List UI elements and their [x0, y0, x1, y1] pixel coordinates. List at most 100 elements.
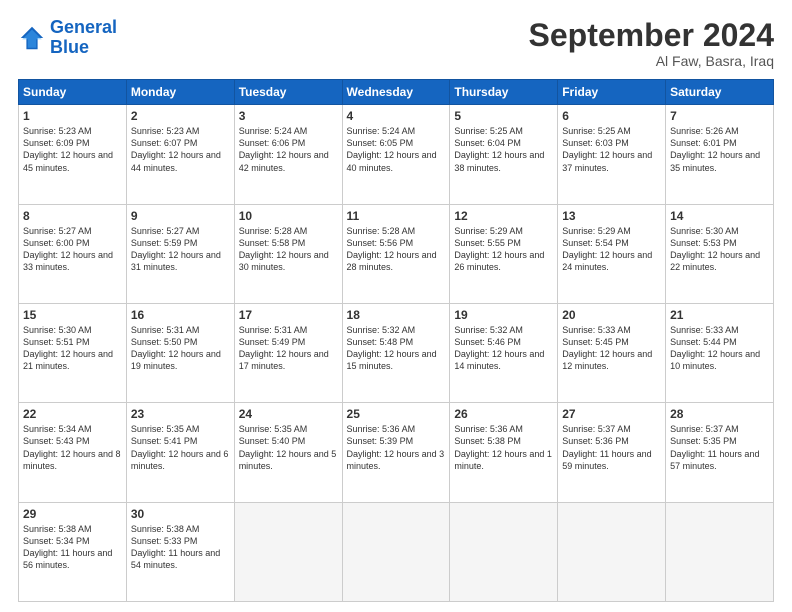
calendar-day-cell [450, 502, 558, 601]
calendar-day-cell: 4 Sunrise: 5:24 AM Sunset: 6:05 PM Dayli… [342, 105, 450, 204]
calendar-day-cell: 5 Sunrise: 5:25 AM Sunset: 6:04 PM Dayli… [450, 105, 558, 204]
location: Al Faw, Basra, Iraq [529, 53, 774, 69]
calendar-day-cell: 20 Sunrise: 5:33 AM Sunset: 5:45 PM Dayl… [558, 303, 666, 402]
day-info: Sunrise: 5:31 AM Sunset: 5:49 PM Dayligh… [239, 324, 338, 373]
calendar-week-row: 29 Sunrise: 5:38 AM Sunset: 5:34 PM Dayl… [19, 502, 774, 601]
day-info: Sunrise: 5:27 AM Sunset: 5:59 PM Dayligh… [131, 225, 230, 274]
calendar-day-cell: 23 Sunrise: 5:35 AM Sunset: 5:41 PM Dayl… [126, 403, 234, 502]
calendar-day-cell: 17 Sunrise: 5:31 AM Sunset: 5:49 PM Dayl… [234, 303, 342, 402]
calendar-day-cell: 22 Sunrise: 5:34 AM Sunset: 5:43 PM Dayl… [19, 403, 127, 502]
calendar-day-cell [234, 502, 342, 601]
day-info: Sunrise: 5:29 AM Sunset: 5:54 PM Dayligh… [562, 225, 661, 274]
logo-line2: Blue [50, 37, 89, 57]
month-title: September 2024 [529, 18, 774, 53]
calendar-day-cell: 18 Sunrise: 5:32 AM Sunset: 5:48 PM Dayl… [342, 303, 450, 402]
day-info: Sunrise: 5:33 AM Sunset: 5:44 PM Dayligh… [670, 324, 769, 373]
calendar-day-cell: 13 Sunrise: 5:29 AM Sunset: 5:54 PM Dayl… [558, 204, 666, 303]
day-number: 7 [670, 109, 769, 123]
day-info: Sunrise: 5:34 AM Sunset: 5:43 PM Dayligh… [23, 423, 122, 472]
calendar-day-cell: 12 Sunrise: 5:29 AM Sunset: 5:55 PM Dayl… [450, 204, 558, 303]
calendar-day-cell: 6 Sunrise: 5:25 AM Sunset: 6:03 PM Dayli… [558, 105, 666, 204]
day-info: Sunrise: 5:24 AM Sunset: 6:06 PM Dayligh… [239, 125, 338, 174]
calendar-day-cell: 30 Sunrise: 5:38 AM Sunset: 5:33 PM Dayl… [126, 502, 234, 601]
logo: General Blue [18, 18, 117, 58]
calendar-day-cell: 28 Sunrise: 5:37 AM Sunset: 5:35 PM Dayl… [666, 403, 774, 502]
day-number: 5 [454, 109, 553, 123]
calendar-day-cell: 9 Sunrise: 5:27 AM Sunset: 5:59 PM Dayli… [126, 204, 234, 303]
calendar-day-cell [558, 502, 666, 601]
day-number: 6 [562, 109, 661, 123]
calendar-day-cell: 10 Sunrise: 5:28 AM Sunset: 5:58 PM Dayl… [234, 204, 342, 303]
day-number: 2 [131, 109, 230, 123]
day-number: 30 [131, 507, 230, 521]
day-info: Sunrise: 5:32 AM Sunset: 5:48 PM Dayligh… [347, 324, 446, 373]
title-block: September 2024 Al Faw, Basra, Iraq [529, 18, 774, 69]
weekday-header-tuesday: Tuesday [234, 80, 342, 105]
calendar-day-cell: 11 Sunrise: 5:28 AM Sunset: 5:56 PM Dayl… [342, 204, 450, 303]
calendar-day-cell: 19 Sunrise: 5:32 AM Sunset: 5:46 PM Dayl… [450, 303, 558, 402]
calendar-day-cell: 25 Sunrise: 5:36 AM Sunset: 5:39 PM Dayl… [342, 403, 450, 502]
page: General Blue September 2024 Al Faw, Basr… [0, 0, 792, 612]
calendar-day-cell: 16 Sunrise: 5:31 AM Sunset: 5:50 PM Dayl… [126, 303, 234, 402]
day-info: Sunrise: 5:35 AM Sunset: 5:41 PM Dayligh… [131, 423, 230, 472]
calendar-day-cell: 27 Sunrise: 5:37 AM Sunset: 5:36 PM Dayl… [558, 403, 666, 502]
day-number: 8 [23, 209, 122, 223]
calendar-day-cell: 21 Sunrise: 5:33 AM Sunset: 5:44 PM Dayl… [666, 303, 774, 402]
calendar-day-cell: 1 Sunrise: 5:23 AM Sunset: 6:09 PM Dayli… [19, 105, 127, 204]
weekday-header-saturday: Saturday [666, 80, 774, 105]
day-info: Sunrise: 5:25 AM Sunset: 6:04 PM Dayligh… [454, 125, 553, 174]
day-number: 13 [562, 209, 661, 223]
day-info: Sunrise: 5:28 AM Sunset: 5:58 PM Dayligh… [239, 225, 338, 274]
day-number: 12 [454, 209, 553, 223]
weekday-header-friday: Friday [558, 80, 666, 105]
day-info: Sunrise: 5:31 AM Sunset: 5:50 PM Dayligh… [131, 324, 230, 373]
day-info: Sunrise: 5:25 AM Sunset: 6:03 PM Dayligh… [562, 125, 661, 174]
day-number: 10 [239, 209, 338, 223]
day-info: Sunrise: 5:30 AM Sunset: 5:53 PM Dayligh… [670, 225, 769, 274]
day-info: Sunrise: 5:30 AM Sunset: 5:51 PM Dayligh… [23, 324, 122, 373]
day-info: Sunrise: 5:38 AM Sunset: 5:33 PM Dayligh… [131, 523, 230, 572]
day-info: Sunrise: 5:28 AM Sunset: 5:56 PM Dayligh… [347, 225, 446, 274]
day-info: Sunrise: 5:38 AM Sunset: 5:34 PM Dayligh… [23, 523, 122, 572]
day-number: 29 [23, 507, 122, 521]
day-info: Sunrise: 5:37 AM Sunset: 5:35 PM Dayligh… [670, 423, 769, 472]
day-number: 4 [347, 109, 446, 123]
day-info: Sunrise: 5:26 AM Sunset: 6:01 PM Dayligh… [670, 125, 769, 174]
calendar-day-cell [666, 502, 774, 601]
day-info: Sunrise: 5:32 AM Sunset: 5:46 PM Dayligh… [454, 324, 553, 373]
day-info: Sunrise: 5:33 AM Sunset: 5:45 PM Dayligh… [562, 324, 661, 373]
day-number: 19 [454, 308, 553, 322]
day-number: 25 [347, 407, 446, 421]
day-info: Sunrise: 5:35 AM Sunset: 5:40 PM Dayligh… [239, 423, 338, 472]
calendar-day-cell: 15 Sunrise: 5:30 AM Sunset: 5:51 PM Dayl… [19, 303, 127, 402]
calendar-week-row: 15 Sunrise: 5:30 AM Sunset: 5:51 PM Dayl… [19, 303, 774, 402]
day-info: Sunrise: 5:27 AM Sunset: 6:00 PM Dayligh… [23, 225, 122, 274]
day-number: 11 [347, 209, 446, 223]
day-number: 1 [23, 109, 122, 123]
calendar-day-cell: 24 Sunrise: 5:35 AM Sunset: 5:40 PM Dayl… [234, 403, 342, 502]
calendar-day-cell: 3 Sunrise: 5:24 AM Sunset: 6:06 PM Dayli… [234, 105, 342, 204]
calendar-week-row: 8 Sunrise: 5:27 AM Sunset: 6:00 PM Dayli… [19, 204, 774, 303]
weekday-header-sunday: Sunday [19, 80, 127, 105]
weekday-header-thursday: Thursday [450, 80, 558, 105]
day-number: 22 [23, 407, 122, 421]
logo-icon [18, 24, 46, 52]
day-number: 9 [131, 209, 230, 223]
day-number: 21 [670, 308, 769, 322]
day-number: 24 [239, 407, 338, 421]
day-number: 16 [131, 308, 230, 322]
calendar-day-cell: 8 Sunrise: 5:27 AM Sunset: 6:00 PM Dayli… [19, 204, 127, 303]
day-info: Sunrise: 5:36 AM Sunset: 5:38 PM Dayligh… [454, 423, 553, 472]
day-number: 15 [23, 308, 122, 322]
calendar-day-cell: 29 Sunrise: 5:38 AM Sunset: 5:34 PM Dayl… [19, 502, 127, 601]
day-info: Sunrise: 5:23 AM Sunset: 6:07 PM Dayligh… [131, 125, 230, 174]
day-number: 3 [239, 109, 338, 123]
calendar-day-cell [342, 502, 450, 601]
calendar-table: SundayMondayTuesdayWednesdayThursdayFrid… [18, 79, 774, 602]
calendar-day-cell: 14 Sunrise: 5:30 AM Sunset: 5:53 PM Dayl… [666, 204, 774, 303]
logo-line1: General [50, 17, 117, 37]
weekday-header-wednesday: Wednesday [342, 80, 450, 105]
day-number: 17 [239, 308, 338, 322]
calendar-day-cell: 7 Sunrise: 5:26 AM Sunset: 6:01 PM Dayli… [666, 105, 774, 204]
day-number: 18 [347, 308, 446, 322]
